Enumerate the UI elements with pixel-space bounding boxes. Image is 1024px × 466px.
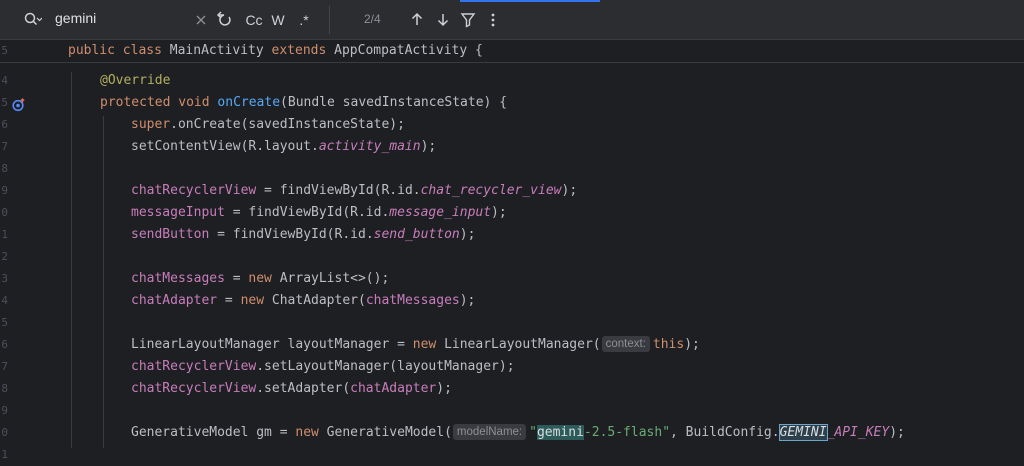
search-icon[interactable]	[24, 12, 42, 28]
parameter-hint: context:	[601, 336, 650, 352]
line-number: 9	[1, 184, 8, 197]
code-row: 7 chatRecyclerView.setLayoutManager(layo…	[0, 356, 1024, 378]
line-number: 5	[1, 44, 8, 57]
sticky-header-line: 5 public class MainActivity extends AppC…	[0, 40, 1024, 63]
code-row: 6 LinearLayoutManager layoutManager = ne…	[0, 334, 1024, 356]
code-row: 0 GenerativeModel gm = new GenerativeMod…	[0, 422, 1024, 444]
code-line[interactable]: chatMessages = new ArrayList<>();	[131, 268, 389, 290]
replace-toggle-button[interactable]	[214, 9, 234, 31]
code-row: 4 chatAdapter = new ChatAdapter(chatMess…	[0, 290, 1024, 312]
code-line[interactable]: setContentView(R.layout.activity_main);	[131, 136, 436, 158]
line-number: 6	[1, 118, 8, 131]
code-line[interactable]: chatRecyclerView.setAdapter(chatAdapter)…	[131, 378, 452, 400]
find-bar: gemini Cc W .* 2/4	[0, 0, 1024, 40]
line-number: 0	[1, 426, 8, 439]
code-line[interactable]: super.onCreate(savedInstanceState);	[131, 114, 405, 136]
line-number: 4	[1, 74, 8, 87]
line-number: 8	[1, 162, 8, 175]
line-number: 2	[1, 250, 8, 263]
line-number: 7	[1, 140, 8, 153]
code-line[interactable]: protected void onCreate(Bundle savedInst…	[100, 92, 507, 114]
divider	[329, 6, 330, 34]
code-row: 7 setContentView(R.layout.activity_main)…	[0, 136, 1024, 158]
code-row: 8 chatRecyclerView.setAdapter(chatAdapte…	[0, 378, 1024, 400]
code-row: 1 sendButton = findViewById(R.id.send_bu…	[0, 224, 1024, 246]
line-number: 9	[1, 404, 8, 417]
replace-icon	[216, 11, 231, 26]
filter-button[interactable]	[459, 9, 477, 31]
code-row: 3 chatMessages = new ArrayList<>();	[0, 268, 1024, 290]
code-line[interactable]: chatAdapter = new ChatAdapter(chatMessag…	[131, 290, 475, 312]
focus-indicator	[460, 0, 600, 2]
code-row: 8	[0, 158, 1024, 180]
line-number: 6	[1, 338, 8, 351]
line-number: 0	[1, 206, 8, 219]
parameter-hint: modelName:	[452, 424, 527, 440]
code-row: 6 super.onCreate(savedInstanceState);	[0, 114, 1024, 136]
code-row: 9 chatRecyclerView = findViewById(R.id.c…	[0, 180, 1024, 202]
match-counter: 2/4	[364, 12, 381, 26]
line-number: 8	[1, 382, 8, 395]
code-row: 2	[0, 246, 1024, 268]
code-row: 1	[0, 444, 1024, 466]
line-number: 5	[1, 96, 8, 109]
line-number: 5	[1, 316, 8, 329]
code-row: 5 protected void onCreate(Bundle savedIn…	[0, 92, 1024, 114]
code-line[interactable]: chatRecyclerView = findViewById(R.id.cha…	[131, 180, 577, 202]
code-row: 4 @Override	[0, 70, 1024, 92]
code-line[interactable]: sendButton = findViewById(R.id.send_butt…	[131, 224, 475, 246]
code-line[interactable]: @Override	[100, 70, 170, 92]
line-number: 1	[1, 228, 8, 241]
line-number: 3	[1, 272, 8, 285]
code-line[interactable]: chatRecyclerView.setLayoutManager(layout…	[131, 356, 515, 378]
arrow-down-icon	[437, 14, 449, 27]
regex-toggle[interactable]: .*	[294, 9, 314, 31]
code-row: 9	[0, 400, 1024, 422]
line-number: 1	[1, 448, 8, 461]
filter-icon	[460, 13, 476, 28]
override-method-icon[interactable]	[12, 97, 26, 112]
arrow-up-icon	[411, 12, 423, 25]
code-line[interactable]: messageInput = findViewById(R.id.message…	[131, 202, 507, 224]
previous-match-button[interactable]	[408, 9, 426, 31]
current-search-match: GEMINI	[778, 424, 828, 441]
more-vertical-icon	[491, 13, 495, 27]
code-line[interactable]: GenerativeModel gm = new GenerativeModel…	[131, 422, 905, 444]
more-options-button[interactable]	[486, 9, 500, 31]
search-match: gemini	[536, 425, 584, 440]
code-line[interactable]: LinearLayoutManager layoutManager = new …	[131, 334, 700, 356]
next-match-button[interactable]	[434, 9, 452, 31]
close-icon	[196, 15, 206, 25]
code-line[interactable]: public class MainActivity extends AppCom…	[68, 40, 483, 62]
clear-search-button[interactable]	[193, 9, 209, 31]
whole-words-toggle[interactable]: W	[268, 9, 288, 31]
line-number: 7	[1, 360, 8, 373]
code-editor[interactable]: 5 public class MainActivity extends AppC…	[0, 40, 1024, 461]
match-case-toggle[interactable]: Cc	[243, 9, 265, 31]
search-input[interactable]: gemini	[55, 10, 96, 26]
line-number: 4	[1, 294, 8, 307]
code-row: 0 messageInput = findViewById(R.id.messa…	[0, 202, 1024, 224]
code-row: 5	[0, 312, 1024, 334]
